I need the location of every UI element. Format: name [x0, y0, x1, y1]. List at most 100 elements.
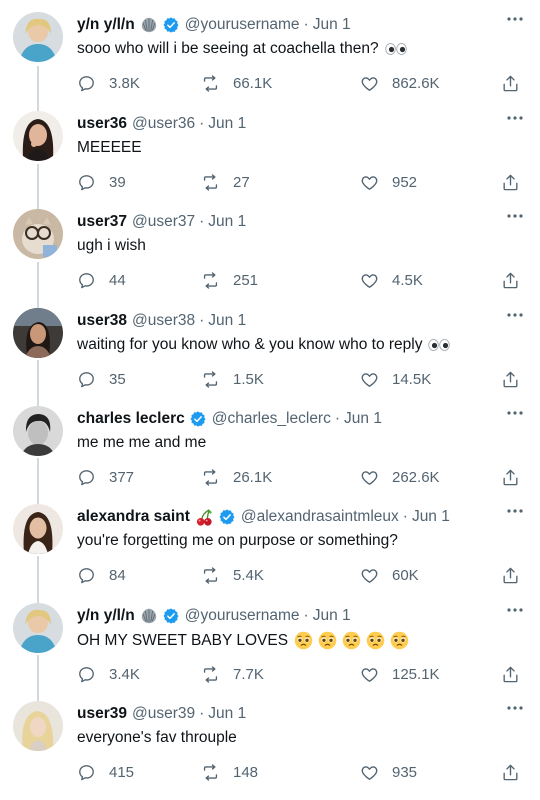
- reply-button[interactable]: 35: [77, 370, 126, 389]
- shell-icon: [140, 16, 158, 34]
- tweet-7[interactable]: user39 @user39 · Jun 1 everyone's fav th…: [0, 689, 540, 787]
- tweet-date[interactable]: Jun 1: [313, 16, 351, 34]
- tweet-date[interactable]: Jun 1: [344, 410, 382, 428]
- retweet-count: 1.5K: [233, 371, 264, 388]
- more-options-icon[interactable]: [506, 209, 524, 223]
- reply-button[interactable]: 3.4K: [77, 665, 140, 684]
- reply-button[interactable]: 39: [77, 173, 126, 192]
- more-options-icon[interactable]: [506, 111, 524, 125]
- like-button[interactable]: 935: [360, 763, 417, 782]
- like-count: 952: [392, 174, 418, 191]
- separator-dot: ·: [402, 508, 408, 525]
- avatar[interactable]: [13, 406, 63, 456]
- display-name[interactable]: user37: [77, 213, 127, 231]
- like-button[interactable]: 60K: [360, 566, 419, 585]
- display-name[interactable]: user39: [77, 705, 127, 723]
- more-options-icon[interactable]: [506, 504, 524, 518]
- tweet-date[interactable]: Jun 1: [313, 607, 351, 625]
- retweet-button[interactable]: 7.7K: [201, 665, 264, 684]
- display-name[interactable]: alexandra saint: [77, 508, 190, 526]
- more-options-icon[interactable]: [506, 12, 524, 26]
- share-button[interactable]: [501, 566, 520, 585]
- retweet-count: 148: [233, 764, 259, 781]
- more-options-icon[interactable]: [506, 701, 524, 715]
- tweet-text-row: MEEEEE: [77, 139, 142, 157]
- tweet-5[interactable]: alexandra saint @alexandrasaintmleux · J…: [0, 492, 540, 590]
- username-handle[interactable]: @alexandrasaintmleux: [241, 508, 399, 526]
- reply-button[interactable]: 377: [77, 468, 134, 487]
- share-button[interactable]: [501, 665, 520, 684]
- more-options-icon[interactable]: [506, 406, 524, 420]
- tweet-4[interactable]: charles leclerc @charles_leclerc · Jun 1…: [0, 394, 540, 492]
- avatar[interactable]: [13, 209, 63, 259]
- tweet-date[interactable]: Jun 1: [208, 213, 246, 231]
- share-button[interactable]: [501, 763, 520, 782]
- username-handle[interactable]: @user37: [132, 213, 195, 231]
- share-button[interactable]: [501, 370, 520, 389]
- retweet-button[interactable]: 26.1K: [201, 468, 272, 487]
- tweet-text-row: sooo who will i be seeing at coachella t…: [77, 40, 407, 58]
- avatar[interactable]: [13, 308, 63, 358]
- retweet-button[interactable]: 66.1K: [201, 74, 272, 93]
- retweet-button[interactable]: 5.4K: [201, 566, 264, 585]
- avatar[interactable]: [13, 701, 63, 751]
- reply-button[interactable]: 415: [77, 763, 134, 782]
- like-count: 4.5K: [392, 272, 423, 289]
- like-button[interactable]: 862.6K: [360, 74, 440, 93]
- reply-button[interactable]: 44: [77, 271, 126, 290]
- tweet-text-row: me me me and me: [77, 434, 206, 452]
- share-button[interactable]: [501, 271, 520, 290]
- tweet-actions: 3.4K 7.7K 125.1K: [77, 665, 525, 687]
- username-handle[interactable]: @user38: [132, 312, 195, 330]
- share-button[interactable]: [501, 74, 520, 93]
- share-icon: [501, 370, 520, 389]
- reply-count: 39: [109, 174, 126, 191]
- username-handle[interactable]: @yourusername: [185, 16, 300, 34]
- like-count: 60K: [392, 567, 419, 584]
- retweet-count: 27: [233, 174, 250, 191]
- username-handle[interactable]: @charles_leclerc: [212, 410, 331, 428]
- display-name[interactable]: y/n y/l/n: [77, 16, 135, 34]
- tweet-date[interactable]: Jun 1: [208, 312, 246, 330]
- tweet-2[interactable]: user37 @user37 · Jun 1 ugh i wish 44 251…: [0, 197, 540, 295]
- heart-icon: [360, 468, 379, 487]
- tweet-6[interactable]: y/n y/l/n @yourusername · Jun 1 OH MY SW…: [0, 591, 540, 689]
- like-button[interactable]: 4.5K: [360, 271, 423, 290]
- tweet-header: user39 @user39 · Jun 1: [77, 703, 246, 725]
- tweet-date[interactable]: Jun 1: [412, 508, 450, 526]
- username-handle[interactable]: @user36: [132, 115, 195, 133]
- retweet-button[interactable]: 251: [201, 271, 258, 290]
- tweet-date[interactable]: Jun 1: [208, 705, 246, 723]
- retweet-button[interactable]: 27: [201, 173, 250, 192]
- reply-icon: [77, 763, 96, 782]
- username-handle[interactable]: @user39: [132, 705, 195, 723]
- tweet-date[interactable]: Jun 1: [208, 115, 246, 133]
- display-name[interactable]: user36: [77, 115, 127, 133]
- pleading-face-icon: [390, 631, 409, 650]
- avatar[interactable]: [13, 12, 63, 62]
- tweet-3[interactable]: user38 @user38 · Jun 1 waiting for you k…: [0, 296, 540, 394]
- like-button[interactable]: 262.6K: [360, 468, 440, 487]
- display-name[interactable]: charles leclerc: [77, 410, 185, 428]
- display-name[interactable]: user38: [77, 312, 127, 330]
- separator-dot: ·: [334, 410, 341, 427]
- avatar[interactable]: [13, 111, 63, 161]
- tweet-0[interactable]: y/n y/l/n @yourusername · Jun 1 sooo who…: [0, 0, 540, 98]
- retweet-button[interactable]: 1.5K: [201, 370, 264, 389]
- like-button[interactable]: 14.5K: [360, 370, 431, 389]
- more-options-icon[interactable]: [506, 308, 524, 322]
- username-handle[interactable]: @yourusername: [185, 607, 300, 625]
- like-button[interactable]: 952: [360, 173, 417, 192]
- reply-button[interactable]: 3.8K: [77, 74, 140, 93]
- share-button[interactable]: [501, 468, 520, 487]
- share-button[interactable]: [501, 173, 520, 192]
- display-name[interactable]: y/n y/l/n: [77, 607, 135, 625]
- like-button[interactable]: 125.1K: [360, 665, 440, 684]
- more-options-icon[interactable]: [506, 603, 524, 617]
- tweet-1[interactable]: user36 @user36 · Jun 1 MEEEEE 39 27 952: [0, 99, 540, 197]
- avatar[interactable]: [13, 603, 63, 653]
- reply-button[interactable]: 84: [77, 566, 126, 585]
- avatar[interactable]: [13, 504, 63, 554]
- pleading-face-icon: [342, 631, 361, 650]
- retweet-button[interactable]: 148: [201, 763, 258, 782]
